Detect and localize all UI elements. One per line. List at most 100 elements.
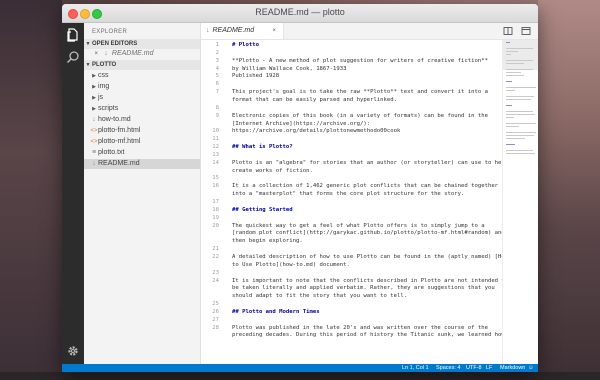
line-number: 14 — [212, 159, 219, 166]
minimap-line — [506, 72, 521, 73]
desktop-right — [538, 0, 600, 380]
minimap-line — [506, 150, 534, 151]
minimap-line — [506, 96, 535, 97]
code-line: Electronic copies of this book (in a var… — [232, 112, 488, 119]
status-bar: Ln 1, Col 1 Spaces: 4 UTF-8 LF Markdown … — [62, 364, 538, 372]
line-ending[interactable]: LF — [486, 364, 492, 372]
tab-readme[interactable]: ↓ README.md × — [201, 23, 284, 39]
editor-window: README.md — plotto EXPLORER ▼ OPEN EDITOR… — [62, 4, 538, 372]
chevron-right-icon: ▶ — [92, 84, 96, 90]
code-line: format that can be easily parsed and hyp… — [232, 96, 398, 103]
file-item-plotto-fm[interactable]: <>plotto-fm.html — [84, 126, 206, 136]
line-number: 3 — [215, 57, 219, 64]
line-number: 2 — [215, 49, 219, 56]
folder-label: css — [98, 72, 109, 79]
code-line: be taken literally and applied verbatim.… — [232, 285, 495, 292]
folder-item-css[interactable]: ▶ css — [84, 71, 206, 81]
minimap-line — [506, 135, 535, 136]
gear-icon[interactable] — [65, 345, 81, 361]
line-number: 15 — [212, 175, 219, 182]
line-number: 17 — [212, 199, 219, 205]
preview-icon[interactable] — [521, 26, 531, 36]
open-editor-label: README.md — [111, 50, 154, 57]
explorer-title: EXPLORER — [92, 29, 128, 35]
line-number: 6 — [215, 81, 219, 88]
line-number: 24 — [212, 277, 219, 284]
line-number: 13 — [212, 151, 219, 158]
minimap[interactable] — [502, 40, 538, 364]
title-bar[interactable]: README.md — plotto — [62, 4, 538, 23]
minimap-line — [506, 87, 536, 88]
line-number: 19 — [212, 214, 219, 221]
file-label: how-to.md — [98, 116, 131, 123]
chevron-right-icon: ▶ — [92, 95, 96, 101]
text-icon: ≡ — [91, 149, 97, 156]
language-mode[interactable]: Markdown — [500, 364, 525, 372]
activity-bar — [62, 23, 84, 364]
code-editor[interactable]: 1 # Plotto 2 3 **Plotto - A new method of pl… — [201, 40, 538, 364]
folder-label: img — [98, 83, 110, 90]
minimap-line — [506, 138, 525, 139]
line-number: 9 — [215, 112, 219, 119]
folder-label: scripts — [98, 105, 119, 112]
indentation[interactable]: Spaces: 4 — [436, 364, 460, 372]
desktop-bottom — [0, 372, 600, 380]
markdown-icon: ↓ — [92, 116, 96, 123]
line-number: 11 — [212, 136, 219, 143]
line-number: 12 — [212, 144, 219, 151]
line-number: 4 — [215, 65, 219, 72]
open-editors-header[interactable]: ▼ OPEN EDITORS — [84, 39, 200, 49]
code-line: It is a collection of 1,462 generic plot… — [232, 183, 499, 190]
minimap-line — [506, 90, 515, 91]
cursor-position[interactable]: Ln 1, Col 1 — [402, 364, 429, 372]
search-icon[interactable] — [65, 50, 81, 66]
project-label: PLOTTO — [92, 62, 117, 68]
minimap-line — [506, 117, 514, 118]
minimap-line — [506, 99, 531, 100]
code-line: then begin exploring. — [232, 238, 303, 245]
smiley-icon[interactable]: ☺ — [528, 364, 534, 372]
files-icon[interactable] — [65, 28, 81, 44]
encoding[interactable]: UTF-8 — [466, 364, 482, 372]
minimap-line — [506, 48, 534, 49]
code-line: It is important to note that the conflic… — [232, 277, 509, 284]
code-line: should adapt to fit the story that you w… — [232, 293, 408, 300]
file-item-readme[interactable]: ↓ README.md — [84, 159, 200, 169]
explorer-sidebar: EXPLORER ▼ OPEN EDITORS × ↓ README.md ▼ PL… — [84, 23, 201, 364]
close-icon[interactable]: × — [84, 49, 98, 59]
line-number: 20 — [212, 222, 219, 229]
line-number: 7 — [215, 89, 219, 96]
minimap-slider[interactable] — [503, 40, 538, 70]
file-label: plotto-mf.html — [98, 138, 141, 145]
minimap-line — [506, 51, 519, 52]
split-editor-icon[interactable] — [503, 26, 513, 36]
chevron-down-icon: ▼ — [85, 62, 91, 68]
code-line: # Plotto — [232, 42, 259, 48]
markdown-icon: ↓ — [104, 50, 108, 57]
code-line: The quickest way to get a feel of what P… — [232, 222, 485, 229]
file-item-plotto-txt[interactable]: ≡ plotto.txt — [84, 148, 206, 158]
code-line: by William Wallace Cook, 1867-1933 — [232, 65, 347, 72]
html-icon: <> — [90, 128, 98, 134]
code-line: preceding decades. During this period of… — [232, 332, 505, 339]
file-item-how-to[interactable]: ↓ how-to.md — [84, 115, 206, 125]
chevron-right-icon: ▶ — [92, 73, 96, 79]
minimap-line — [506, 60, 534, 61]
minimap-line — [506, 69, 534, 70]
project-header[interactable]: ▼ PLOTTO — [84, 60, 200, 70]
line-number: 23 — [212, 269, 219, 276]
file-item-plotto-mf[interactable]: <>plotto-mf.html — [84, 137, 206, 147]
open-editor-item[interactable]: × ↓ README.md — [84, 49, 200, 59]
line-number: 18 — [212, 206, 219, 213]
line-number: 16 — [212, 183, 219, 190]
chevron-down-icon: ▼ — [85, 41, 91, 47]
minimap-line — [506, 114, 536, 115]
folder-item-img[interactable]: ▶ img — [84, 82, 206, 92]
line-number: 28 — [212, 324, 219, 331]
folder-item-js[interactable]: ▶ js — [84, 93, 206, 103]
tab-close-icon[interactable]: × — [272, 23, 276, 39]
file-label: plotto-fm.html — [98, 127, 141, 134]
line-number: 5 — [215, 73, 219, 80]
line-number: 21 — [212, 246, 219, 253]
folder-item-scripts[interactable]: ▶ scripts — [84, 104, 206, 114]
